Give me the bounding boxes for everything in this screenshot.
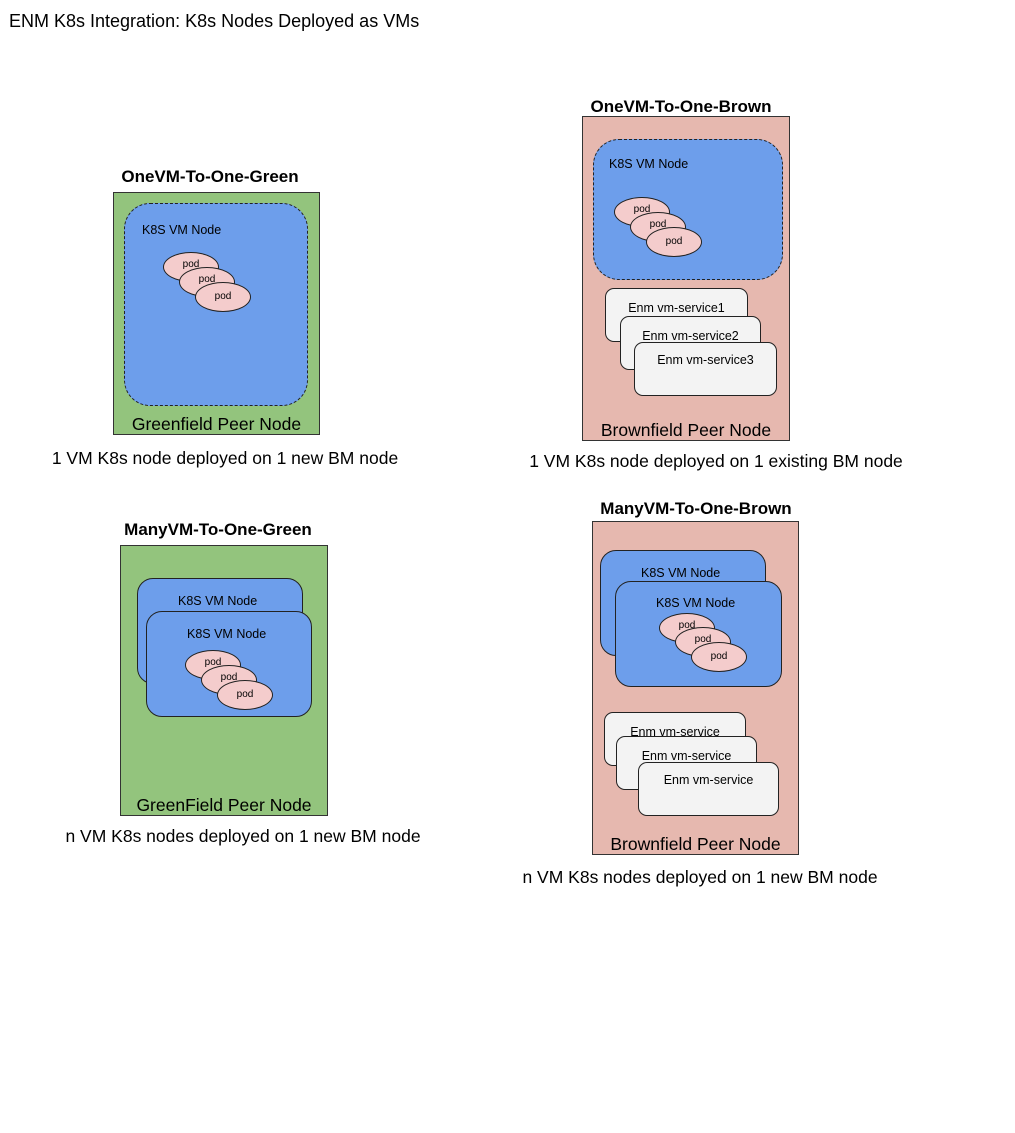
peer-node-label: Brownfield Peer Node: [600, 420, 772, 440]
vm-node-label: K8S VM Node: [178, 594, 258, 608]
k8s-vm-node: K8S VM Node pod pod pod: [593, 139, 783, 280]
scenario-caption: n VM K8s nodes deployed on 1 new BM node: [65, 826, 421, 846]
scenario-title-manyvm-brown: ManyVM-To-One-Brown: [600, 499, 792, 518]
k8s-vm-node: K8S VM Node pod pod pod: [615, 581, 782, 687]
vm-node-label: K8S VM Node: [142, 223, 222, 237]
pod: pod: [691, 642, 747, 672]
scenario-caption: 1 VM K8s node deployed on 1 existing BM …: [529, 451, 903, 471]
peer-node-label: Greenfield Peer Node: [131, 414, 302, 434]
greenfield-peer-node: K8S VM Node pod pod pod Greenfield Peer …: [113, 192, 320, 435]
vm-node-label: K8S VM Node: [656, 596, 736, 610]
brownfield-peer-node: K8S VM Node pod pod pod Enm vm-service1 …: [582, 116, 790, 441]
scenario-title-onevm-brown: OneVM-To-One-Brown: [590, 97, 772, 116]
k8s-vm-node: K8S VM Node pod pod pod: [146, 611, 312, 717]
pod: pod: [646, 227, 702, 257]
enm-vm-service: Enm vm-service: [638, 762, 779, 816]
page-title: ENM K8s Integration: K8s Nodes Deployed …: [9, 11, 420, 31]
scenario-title-manyvm-green: ManyVM-To-One-Green: [124, 520, 312, 539]
pod: pod: [217, 680, 273, 710]
greenfield-peer-node: K8S VM Node K8S VM Node pod pod pod Gree…: [120, 545, 328, 816]
peer-node-label: Brownfield Peer Node: [610, 834, 781, 854]
enm-vm-service: Enm vm-service3: [634, 342, 777, 396]
scenario-title-onevm-green: OneVM-To-One-Green: [121, 167, 299, 186]
vm-node-label: K8S VM Node: [609, 157, 689, 171]
vm-node-label: K8S VM Node: [641, 566, 721, 580]
brownfield-peer-node: K8S VM Node K8S VM Node pod pod pod Enm …: [592, 521, 799, 855]
scenario-caption: 1 VM K8s node deployed on 1 new BM node: [51, 448, 399, 468]
peer-node-label: GreenField Peer Node: [136, 795, 312, 815]
pod: pod: [195, 282, 251, 312]
k8s-vm-node: K8S VM Node pod pod pod: [124, 203, 308, 406]
vm-node-label: K8S VM Node: [187, 627, 267, 641]
scenario-caption: n VM K8s nodes deployed on 1 new BM node: [522, 867, 878, 887]
